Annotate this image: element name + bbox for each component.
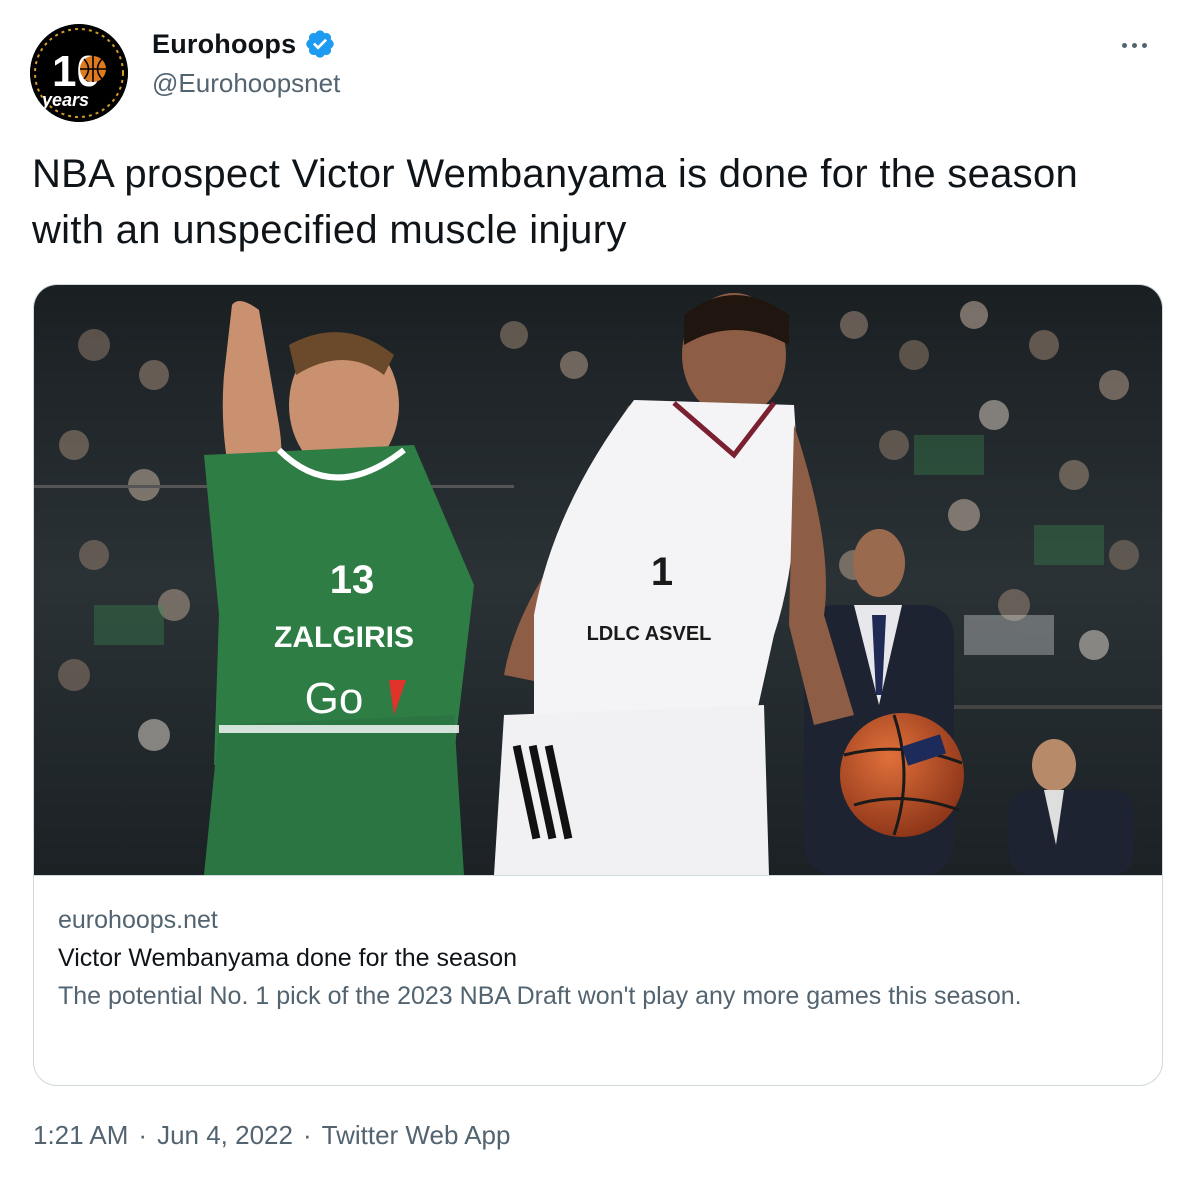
more-options-button[interactable] bbox=[1112, 30, 1156, 60]
author-avatar[interactable]: 10 years bbox=[30, 24, 128, 122]
basketball-game-photo-icon: 13 ZALGIRIS Go 1 LDLC ASVEL bbox=[34, 285, 1162, 875]
svg-text:Go: Go bbox=[305, 674, 364, 723]
verified-badge-icon bbox=[304, 28, 336, 60]
meta-separator: · bbox=[302, 1120, 312, 1150]
svg-text:ZALGIRIS: ZALGIRIS bbox=[274, 621, 414, 654]
svg-text:13: 13 bbox=[330, 558, 375, 602]
svg-text:1: 1 bbox=[651, 550, 673, 594]
more-dot-icon bbox=[1141, 42, 1147, 48]
eurohoops-10-years-logo-icon: 10 years bbox=[30, 24, 128, 122]
more-dot-icon bbox=[1131, 42, 1137, 48]
svg-text:years: years bbox=[41, 90, 89, 110]
tweet-time[interactable]: 1:21 AM bbox=[33, 1120, 128, 1151]
card-body[interactable]: eurohoops.net Victor Wembanyama done for… bbox=[34, 875, 1162, 1085]
card-image[interactable]: 13 ZALGIRIS Go 1 LDLC ASVEL bbox=[34, 285, 1162, 875]
link-card[interactable]: 13 ZALGIRIS Go 1 LDLC ASVEL eurohoops.ne… bbox=[33, 284, 1163, 1086]
tweet-date[interactable]: Jun 4, 2022 bbox=[157, 1120, 293, 1151]
more-dot-icon bbox=[1121, 42, 1127, 48]
author-name-row: Eurohoops bbox=[152, 28, 336, 60]
card-title: Victor Wembanyama done for the season bbox=[58, 944, 518, 972]
svg-text:LDLC ASVEL: LDLC ASVEL bbox=[587, 623, 712, 645]
author-display-name[interactable]: Eurohoops bbox=[152, 29, 296, 60]
tweet: 10 years Eurohoops @Eurohoopsnet NBA pro… bbox=[0, 0, 1180, 1184]
tweet-text: NBA prospect Victor Wembanyama is done f… bbox=[32, 152, 1079, 252]
card-domain: eurohoops.net bbox=[58, 906, 218, 934]
author-handle[interactable]: @Eurohoopsnet bbox=[152, 68, 340, 99]
tweet-source[interactable]: Twitter Web App bbox=[322, 1120, 511, 1151]
tweet-meta: 1:21 AM · Jun 4, 2022 · Twitter Web App bbox=[33, 1120, 510, 1151]
meta-separator: · bbox=[138, 1120, 148, 1150]
card-description: The potential No. 1 pick of the 2023 NBA… bbox=[58, 982, 1022, 1010]
